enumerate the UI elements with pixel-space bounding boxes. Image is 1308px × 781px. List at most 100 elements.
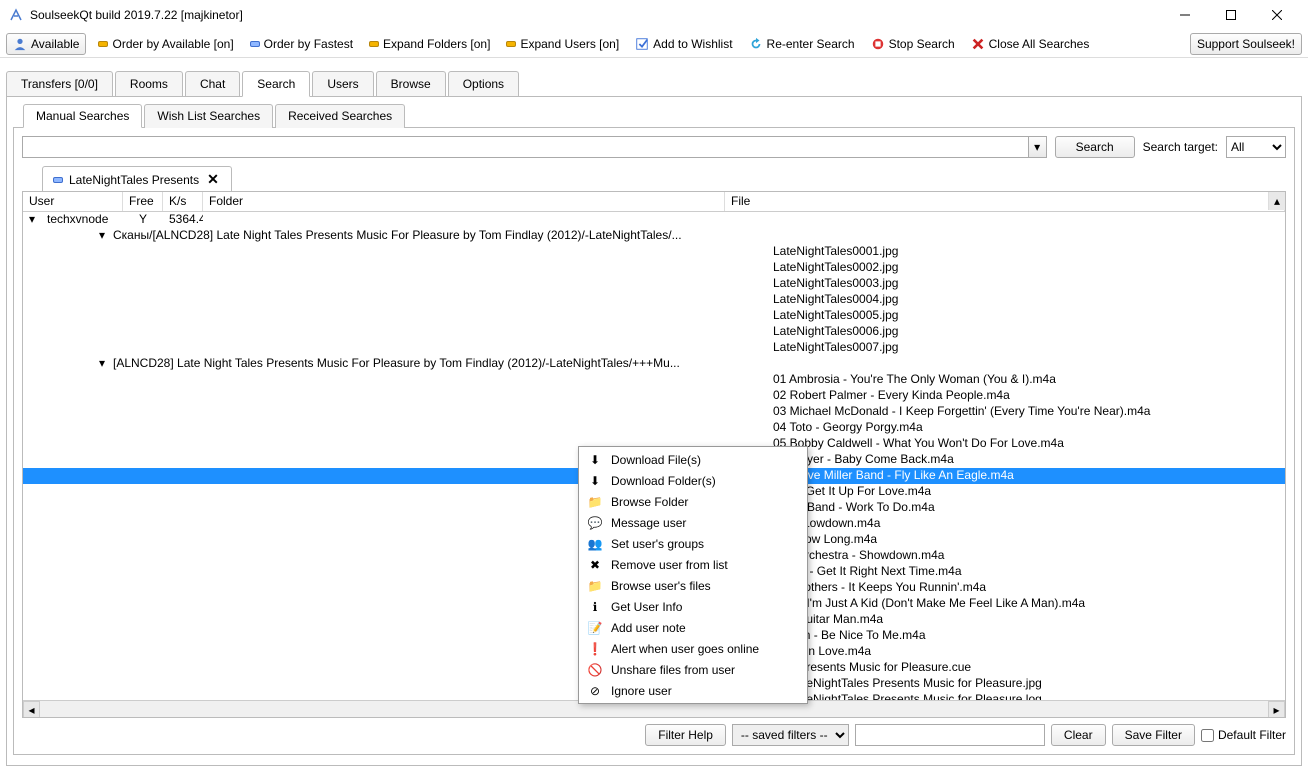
table-row[interactable]: LateNightTales0003.jpg xyxy=(23,276,1285,292)
available-label: Available xyxy=(31,37,79,51)
tab-wishlist-searches[interactable]: Wish List Searches xyxy=(144,104,273,128)
menu-item-icon: 📝 xyxy=(587,620,603,636)
app-icon xyxy=(8,7,24,23)
expand-folders-toggle[interactable]: Expand Folders [on] xyxy=(365,35,494,53)
menu-item-icon: 🚫 xyxy=(587,662,603,678)
scroll-up-arrow[interactable]: ▴ xyxy=(1268,192,1285,210)
context-menu-item[interactable]: 📁 Browse Folder xyxy=(579,491,807,512)
save-filter-button[interactable]: Save Filter xyxy=(1112,724,1195,746)
tab-transfers[interactable]: Transfers [0/0] xyxy=(6,71,113,97)
context-menu-item[interactable]: ❗ Alert when user goes online xyxy=(579,638,807,659)
close-button[interactable] xyxy=(1254,0,1300,30)
result-tab[interactable]: LateNightTales Presents ✕ xyxy=(42,166,232,192)
menu-item-label: Download Folder(s) xyxy=(611,474,716,488)
context-menu-item[interactable]: ℹ Get User Info xyxy=(579,596,807,617)
table-row[interactable]: ▾[ALNCD28] Late Night Tales Presents Mus… xyxy=(23,356,1285,372)
context-menu-item[interactable]: ⬇ Download File(s) xyxy=(579,449,807,470)
saved-filters-select[interactable]: -- saved filters -- xyxy=(732,724,849,746)
context-menu: ⬇Download File(s)⬇Download Folder(s)📁Bro… xyxy=(578,446,808,704)
close-result-tab[interactable]: ✕ xyxy=(205,171,221,188)
tab-search[interactable]: Search xyxy=(242,71,310,97)
filter-row: Filter Help -- saved filters -- Clear Sa… xyxy=(22,724,1286,746)
tab-chat[interactable]: Chat xyxy=(185,71,240,97)
order-fastest-toggle[interactable]: Order by Fastest xyxy=(246,35,357,53)
support-button[interactable]: Support Soulseek! xyxy=(1190,33,1302,55)
col-user[interactable]: User xyxy=(23,192,123,211)
table-row[interactable]: 01 Ambrosia - You're The Only Woman (You… xyxy=(23,372,1285,388)
toolbar: Available Order by Available [on] Order … xyxy=(0,30,1308,58)
titlebar: SoulseekQt build 2019.7.22 [majkinetor] xyxy=(0,0,1308,30)
add-wishlist-button[interactable]: Add to Wishlist xyxy=(631,35,736,53)
menu-item-icon: ⬇ xyxy=(587,473,603,489)
menu-item-icon: 👥 xyxy=(587,536,603,552)
menu-item-label: Ignore user xyxy=(611,684,672,698)
search-row: ▾ Search Search target: All xyxy=(22,136,1286,158)
search-button[interactable]: Search xyxy=(1055,136,1135,158)
table-row[interactable]: LateNightTales0005.jpg xyxy=(23,308,1285,324)
menu-item-label: Alert when user goes online xyxy=(611,642,759,656)
minimize-button[interactable] xyxy=(1162,0,1208,30)
menu-item-icon: 📁 xyxy=(587,494,603,510)
scroll-left-arrow[interactable]: ◂ xyxy=(23,701,40,718)
default-filter-checkbox-label[interactable]: Default Filter xyxy=(1201,728,1286,742)
col-file[interactable]: File xyxy=(725,192,1285,211)
clear-filter-button[interactable]: Clear xyxy=(1051,724,1106,746)
table-row[interactable]: LateNightTales0007.jpg xyxy=(23,340,1285,356)
search-subtabs: Manual Searches Wish List Searches Recei… xyxy=(13,103,1295,127)
tab-manual-searches[interactable]: Manual Searches xyxy=(23,104,142,128)
context-menu-item[interactable]: ⬇ Download Folder(s) xyxy=(579,470,807,491)
context-menu-item[interactable]: ⊘Ignore user xyxy=(579,680,807,701)
menu-item-label: Message user xyxy=(611,516,686,530)
search-input[interactable] xyxy=(22,136,1029,158)
scroll-right-arrow[interactable]: ▸ xyxy=(1268,701,1285,718)
col-folder[interactable]: Folder xyxy=(203,192,725,211)
context-menu-item[interactable]: 💬 Message user xyxy=(579,512,807,533)
menu-item-label: Download File(s) xyxy=(611,453,701,467)
menu-item-label: Unshare files from user xyxy=(611,663,735,677)
table-row[interactable]: LateNightTales0006.jpg xyxy=(23,324,1285,340)
col-free[interactable]: Free xyxy=(123,192,163,211)
tab-received-searches[interactable]: Received Searches xyxy=(275,104,405,128)
menu-item-label: Add user note xyxy=(611,621,686,635)
filter-input[interactable] xyxy=(855,724,1045,746)
table-row[interactable]: 04 Toto - Georgy Porgy.m4a xyxy=(23,420,1285,436)
table-row[interactable]: ▾Сканы/[ALNCD28] Late Night Tales Presen… xyxy=(23,228,1285,244)
default-filter-checkbox[interactable] xyxy=(1201,729,1214,742)
context-menu-item[interactable]: 📁Browse user's files xyxy=(579,575,807,596)
order-available-toggle[interactable]: Order by Available [on] xyxy=(94,35,237,53)
table-row[interactable]: LateNightTales0001.jpg xyxy=(23,244,1285,260)
result-tabs: LateNightTales Presents ✕ xyxy=(22,166,1286,192)
context-menu-item[interactable]: 👥Set user's groups xyxy=(579,533,807,554)
table-row[interactable]: LateNightTales0002.jpg xyxy=(23,260,1285,276)
table-row[interactable]: LateNightTales0004.jpg xyxy=(23,292,1285,308)
close-all-button[interactable]: Close All Searches xyxy=(967,35,1094,53)
table-row[interactable]: 03 Michael McDonald - I Keep Forgettin' … xyxy=(23,404,1285,420)
tab-options[interactable]: Options xyxy=(448,71,519,97)
result-tab-icon xyxy=(53,177,63,183)
table-row[interactable]: ▾ techxvnode Y 5364.4 xyxy=(23,212,1285,228)
stop-icon xyxy=(871,37,885,51)
result-tab-label: LateNightTales Presents xyxy=(69,173,199,187)
context-menu-item[interactable]: 📝 Add user note xyxy=(579,617,807,638)
filter-help-button[interactable]: Filter Help xyxy=(645,724,726,746)
menu-item-icon: ℹ xyxy=(587,599,603,615)
menu-item-icon: ⬇ xyxy=(587,452,603,468)
search-target-select[interactable]: All xyxy=(1226,136,1286,158)
expand-users-toggle[interactable]: Expand Users [on] xyxy=(502,35,623,53)
maximize-button[interactable] xyxy=(1208,0,1254,30)
reenter-search-button[interactable]: Re-enter Search xyxy=(745,35,859,53)
context-menu-item[interactable]: 🚫 Unshare files from user xyxy=(579,659,807,680)
tab-users[interactable]: Users xyxy=(312,71,373,97)
col-ks[interactable]: K/s xyxy=(163,192,203,211)
menu-item-icon: 💬 xyxy=(587,515,603,531)
tab-rooms[interactable]: Rooms xyxy=(115,71,183,97)
menu-item-label: Get User Info xyxy=(611,600,682,614)
table-row[interactable]: 02 Robert Palmer - Every Kinda People.m4… xyxy=(23,388,1285,404)
stop-search-button[interactable]: Stop Search xyxy=(867,35,959,53)
tab-browse[interactable]: Browse xyxy=(376,71,446,97)
menu-item-label: Browse Folder xyxy=(611,495,688,509)
context-menu-item[interactable]: ✖Remove user from list xyxy=(579,554,807,575)
menu-item-icon: ❗ xyxy=(587,641,603,657)
available-button[interactable]: Available xyxy=(6,33,86,55)
search-history-dropdown[interactable]: ▾ xyxy=(1029,136,1047,158)
